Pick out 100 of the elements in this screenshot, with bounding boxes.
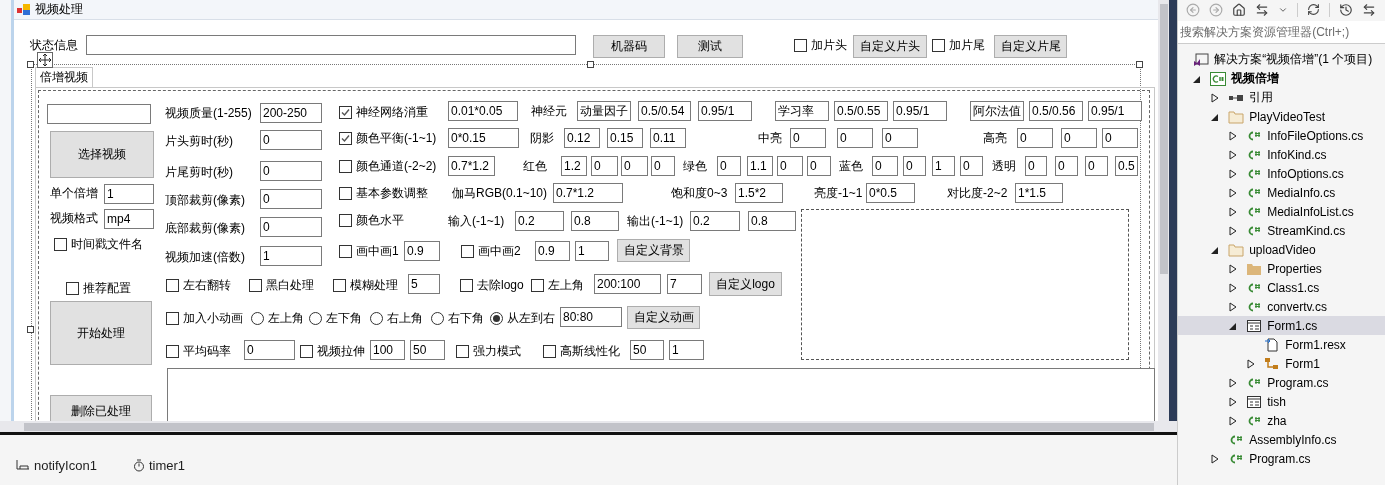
text-field[interactable]: 0 (1025, 156, 1047, 176)
checkbox[interactable]: 加入小动画 (166, 311, 243, 325)
checkbox[interactable]: 黑白处理 (249, 278, 314, 292)
text-field[interactable]: 0.5 (1115, 156, 1138, 176)
button[interactable]: 测试 (677, 35, 743, 58)
history-icon[interactable] (1339, 2, 1354, 17)
text-field[interactable]: 0.11 (650, 128, 686, 148)
text-field[interactable]: 200-250 (260, 103, 322, 123)
tree-item[interactable]: Class1.cs (1178, 278, 1385, 297)
button[interactable]: 自定义片尾 (994, 35, 1067, 58)
text-field[interactable]: 0 (621, 156, 648, 176)
checkbox[interactable]: 基本参数调整 (339, 186, 428, 200)
button[interactable]: 机器码 (593, 35, 665, 58)
text-field[interactable]: 0.5/0.55 (834, 101, 888, 121)
checkbox[interactable]: 推荐配置 (66, 281, 131, 295)
text-field[interactable]: 0 (260, 161, 322, 181)
text-field[interactable]: 0.8 (748, 211, 796, 231)
expand-arrow-icon[interactable] (1228, 206, 1239, 217)
text-area[interactable] (167, 368, 1155, 421)
radio-button[interactable]: 左下角 (309, 311, 362, 325)
text-field[interactable]: 学习率 (775, 101, 829, 121)
text-field[interactable]: 0.7*1.2 (553, 183, 623, 203)
text-field[interactable]: 1 (575, 241, 609, 261)
tree-item[interactable]: MediaInfo.cs (1178, 183, 1385, 202)
text-field[interactable]: 0.95/1 (1088, 101, 1142, 121)
tree-item[interactable]: Form1.cs (1178, 316, 1385, 335)
checkbox[interactable]: 视频拉伸 (300, 344, 365, 358)
tree-item[interactable]: Program.cs (1178, 373, 1385, 392)
text-field[interactable]: 0.2 (515, 211, 564, 231)
text-field[interactable]: 0.01*0.05 (448, 101, 518, 121)
button[interactable]: 自定义片头 (853, 35, 927, 58)
tree-item[interactable]: 引用 (1178, 88, 1385, 107)
button[interactable]: 开始处理 (50, 301, 152, 365)
text-field[interactable]: 0 (260, 217, 322, 237)
component-name[interactable]: notifyIcon1 (34, 457, 97, 473)
tree-item[interactable]: zha (1178, 411, 1385, 430)
text-field[interactable]: 0 (1102, 128, 1138, 148)
text-field[interactable]: 0 (1085, 156, 1108, 176)
expand-arrow-icon[interactable] (1246, 358, 1257, 369)
text-field[interactable]: 7 (667, 274, 702, 294)
resize-handle[interactable] (1136, 61, 1143, 68)
tree-item[interactable]: PlayVideoTest (1178, 107, 1385, 126)
expand-arrow-icon[interactable] (1228, 377, 1239, 388)
text-field[interactable]: 0*0.5 (866, 183, 915, 203)
text-field[interactable]: 200:100 (594, 274, 661, 294)
button[interactable]: 自定义动画 (627, 306, 700, 329)
text-field[interactable]: 阿尔法值 (970, 101, 1024, 121)
expand-arrow-icon[interactable] (1228, 225, 1239, 236)
text-field[interactable]: 0 (260, 130, 322, 150)
checkbox[interactable]: 颜色平衡(-1~1) (339, 131, 437, 145)
search-field[interactable]: 搜索解决方案资源管理器(Ctrl+;) (1178, 21, 1385, 44)
expand-arrow-icon[interactable] (1228, 301, 1239, 312)
expand-arrow-icon[interactable] (1210, 453, 1221, 464)
expand-arrow-icon[interactable] (1210, 92, 1221, 103)
text-field[interactable]: 0.95/1 (698, 101, 752, 121)
tree-item[interactable]: StreamKind.cs (1178, 221, 1385, 240)
button[interactable]: 自定义背景 (617, 239, 690, 262)
switch-views-icon[interactable] (1255, 2, 1270, 17)
text-field[interactable]: 动量因子 (577, 101, 631, 121)
expand-arrow-icon[interactable] (1228, 187, 1239, 198)
checkbox[interactable]: 颜色通道(-2~2) (339, 159, 437, 173)
text-field[interactable]: 0.9 (404, 241, 440, 261)
radio-button[interactable]: 右下角 (431, 311, 484, 325)
component-name[interactable]: timer1 (148, 457, 185, 473)
text-field[interactable]: 1 (932, 156, 955, 176)
checkbox[interactable]: 颜色水平 (339, 213, 404, 227)
text-field[interactable]: 0.95/1 (893, 101, 947, 121)
button[interactable]: 删除已处理 (50, 395, 152, 421)
tree-item[interactable]: convertv.cs (1178, 297, 1385, 316)
expand-arrow-icon[interactable] (1228, 149, 1239, 160)
checkbox[interactable]: 画中画1 (339, 244, 399, 258)
text-field[interactable]: 0.8 (571, 211, 619, 231)
text-field[interactable]: 5 (408, 274, 440, 294)
checkbox[interactable]: 神经网络消重 (339, 105, 428, 119)
text-field[interactable]: 50 (630, 340, 664, 360)
expand-arrow-icon[interactable] (1228, 396, 1239, 407)
checkbox[interactable]: 加片头 (794, 38, 847, 52)
expand-arrow-icon[interactable] (1228, 282, 1239, 293)
checkbox[interactable]: 高斯线性化 (543, 344, 620, 358)
text-field[interactable]: 0 (882, 128, 918, 148)
text-field[interactable]: 0.12 (564, 128, 600, 148)
text-field[interactable]: 0 (960, 156, 983, 176)
text-field[interactable]: 0.5/0.54 (638, 101, 691, 121)
text-field[interactable]: 100 (370, 340, 405, 360)
text-field[interactable]: 1 (104, 184, 154, 204)
text-field[interactable]: 0 (1061, 128, 1097, 148)
tree-item[interactable]: 视频倍增 (1178, 69, 1385, 88)
tree-item[interactable]: Program.cs (1178, 449, 1385, 468)
checkbox[interactable]: 左右翻转 (166, 278, 231, 292)
text-field[interactable]: 80:80 (560, 307, 622, 327)
text-field[interactable]: 1.2 (561, 156, 587, 176)
radio-button[interactable]: 右上角 (370, 311, 423, 325)
text-field[interactable]: mp4 (104, 209, 154, 229)
expand-arrow-icon[interactable] (1228, 263, 1239, 274)
checkbox[interactable]: 平均码率 (166, 344, 231, 358)
sync-arrows-icon[interactable] (1362, 2, 1377, 17)
tree-item[interactable]: Form1.resx (1178, 335, 1385, 354)
text-field[interactable]: 1 (669, 340, 704, 360)
button[interactable]: 自定义logo (709, 272, 782, 296)
text-field[interactable]: 0 (790, 128, 826, 148)
